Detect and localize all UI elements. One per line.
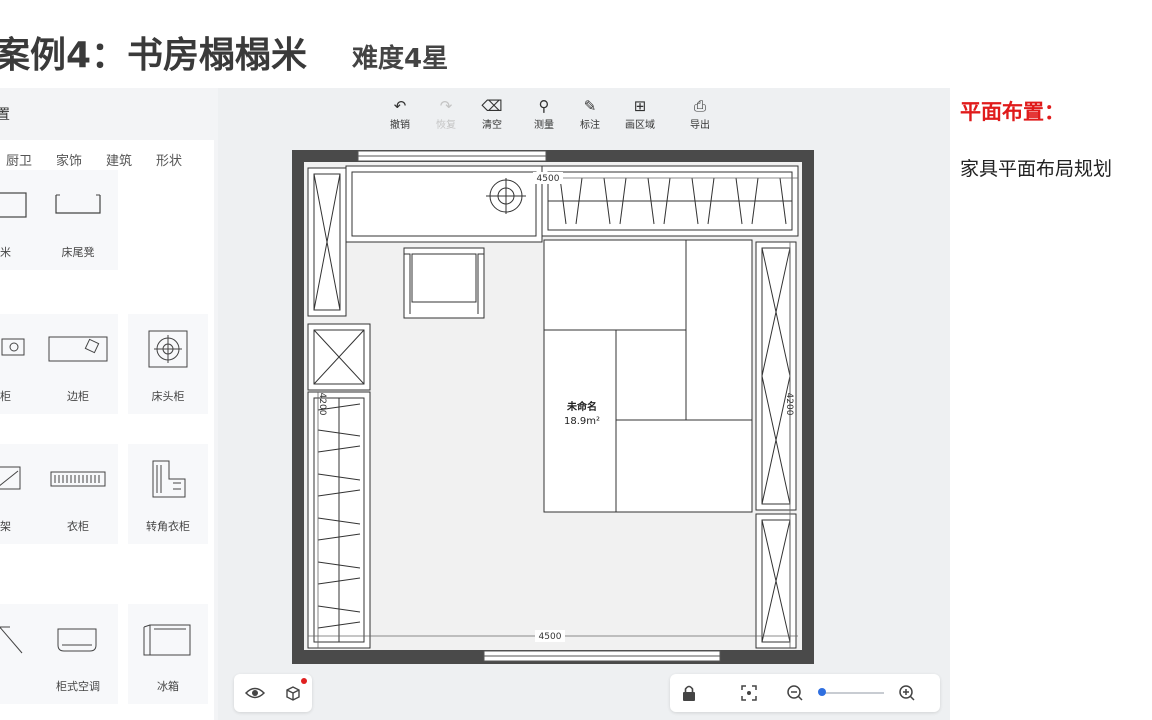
zoom-in-button[interactable] <box>894 680 920 706</box>
component-label: 床头柜 <box>151 390 185 403</box>
armchair <box>403 247 485 319</box>
lock-icon <box>683 685 695 701</box>
component-label: 边柜 <box>67 390 89 403</box>
component-item[interactable]: 柜 <box>0 314 38 414</box>
visibility-button[interactable] <box>242 680 268 706</box>
component-item[interactable]: 边柜 <box>38 314 118 414</box>
tatami <box>543 239 753 513</box>
export-button[interactable]: ⎙ 导出 <box>680 96 720 132</box>
fridge-icon <box>128 604 208 674</box>
nightstand-icon <box>128 314 208 384</box>
panel-title: 置 <box>0 107 10 123</box>
category-tabs: 厨卫 家饰 建筑 形状 <box>0 150 214 172</box>
measure-button[interactable]: ⚲ 测量 <box>524 96 564 132</box>
component-library: 厨卫 家饰 建筑 形状 米 床尾凳 柜 边柜 床头柜 架 衣柜 转角衣柜 柜式空… <box>0 140 214 720</box>
notification-dot <box>301 678 307 684</box>
redo-button[interactable]: ↷ 恢复 <box>426 96 466 132</box>
cube-icon <box>286 686 300 701</box>
fit-view-button[interactable] <box>736 680 762 706</box>
component-item[interactable]: 柜式空调 <box>38 604 118 704</box>
pencil-icon: ✎ <box>583 97 597 115</box>
tab-decor[interactable]: 家饰 <box>56 150 82 169</box>
bed-end-stool-icon <box>38 170 118 240</box>
wardrobe-icon <box>38 444 118 514</box>
export-icon: ⎙ <box>693 97 706 115</box>
dim-bottom-label: 4500 <box>539 632 562 642</box>
zoom-slider-handle[interactable] <box>818 688 826 696</box>
component-item[interactable]: 床尾凳 <box>38 170 118 270</box>
notes-text: 家具平面布局规划 <box>960 158 1113 180</box>
3d-view-button[interactable] <box>280 680 306 706</box>
undo-button[interactable]: ↶ 撤销 <box>380 96 420 132</box>
annotate-label: 标注 <box>580 120 600 131</box>
dim-top-label: 4500 <box>537 174 560 184</box>
draw-area-button[interactable]: ⊞ 画区域 <box>620 96 660 132</box>
bench-icon <box>0 170 38 240</box>
zoom-out-button[interactable] <box>782 680 808 706</box>
shelf-icon <box>0 444 38 514</box>
measure-pin-icon: ⚲ <box>538 97 550 115</box>
floor-plan-app: 置 厨卫 家饰 建筑 形状 米 床尾凳 柜 边柜 床头柜 架 衣柜 转角衣柜 柜… <box>0 88 950 720</box>
component-label: 转角衣柜 <box>146 520 190 533</box>
side-cabinet-icon <box>38 314 118 384</box>
clear-button[interactable]: ⌫ 清空 <box>472 96 512 132</box>
cabinet-air-conditioner-icon <box>38 604 118 674</box>
difficulty-label: 难度4星 <box>352 44 449 74</box>
tab-building[interactable]: 建筑 <box>106 150 132 169</box>
fit-screen-icon <box>741 685 757 701</box>
tab-kitchen-bath[interactable]: 厨卫 <box>6 150 32 169</box>
chair-corner-icon <box>0 604 38 674</box>
eraser-icon: ⌫ <box>481 97 503 115</box>
zoom-out-icon <box>787 685 803 701</box>
zoom-slider[interactable] <box>820 692 884 694</box>
annotate-button[interactable]: ✎ 标注 <box>570 96 610 132</box>
component-label: 床尾凳 <box>61 246 95 259</box>
component-item[interactable]: 衣柜 <box>38 444 118 544</box>
clear-label: 清空 <box>482 120 502 131</box>
slide-title: 案例4：书房榻榻米 <box>0 35 308 76</box>
component-item[interactable] <box>0 604 38 704</box>
area-icon: ⊞ <box>633 97 647 115</box>
component-item[interactable]: 转角衣柜 <box>128 444 208 544</box>
component-label: 衣柜 <box>67 520 89 533</box>
draw-area-label: 画区域 <box>625 120 655 131</box>
corner-wardrobe-icon <box>128 444 208 514</box>
eye-icon <box>245 687 265 699</box>
lock-button[interactable] <box>676 680 702 706</box>
cabinet-icon <box>0 314 38 384</box>
floor-plan-drawing: 4500 4500 4200 4200 未命名 18.9m² <box>292 150 814 664</box>
notes-panel: 平面布置： 家具平面布局规划 <box>950 88 1152 720</box>
component-item[interactable]: 米 <box>0 170 38 270</box>
notes-heading: 平面布置： <box>960 100 1065 124</box>
component-label: 柜式空调 <box>56 680 100 693</box>
zoom-in-icon <box>899 685 915 701</box>
undo-icon: ↶ <box>393 97 407 115</box>
dim-right-label: 4200 <box>784 393 794 416</box>
component-item[interactable]: 架 <box>0 444 38 544</box>
room-area: 18.9m² <box>564 416 600 427</box>
page: 案例4：书房榻榻米 难度4星 置 厨卫 家饰 建筑 形状 米 床尾凳 柜 边柜 … <box>0 0 1152 720</box>
floor-plan-canvas[interactable]: 4500 4500 4200 4200 未命名 18.9m² <box>290 148 816 678</box>
component-panel: 置 厨卫 家饰 建筑 形状 米 床尾凳 柜 边柜 床头柜 架 衣柜 转角衣柜 柜… <box>0 88 218 720</box>
zoom-controls <box>670 674 940 712</box>
component-label: 冰箱 <box>157 680 179 693</box>
component-grid: 米 床尾凳 柜 边柜 床头柜 架 衣柜 转角衣柜 柜式空调 冰箱 <box>0 170 214 720</box>
measure-label: 测量 <box>534 120 554 131</box>
export-label: 导出 <box>690 120 710 131</box>
undo-label: 撤销 <box>390 120 410 131</box>
redo-icon: ↷ <box>439 97 453 115</box>
redo-label: 恢复 <box>436 120 456 131</box>
dim-left-label: 4200 <box>317 393 327 416</box>
slide-title-bar: 案例4：书房榻榻米 难度4星 <box>0 0 1152 88</box>
tab-shapes[interactable]: 形状 <box>156 150 182 169</box>
component-item[interactable]: 冰箱 <box>128 604 208 704</box>
component-item[interactable]: 床头柜 <box>128 314 208 414</box>
desk <box>345 165 543 243</box>
room-name: 未命名 <box>566 400 597 413</box>
